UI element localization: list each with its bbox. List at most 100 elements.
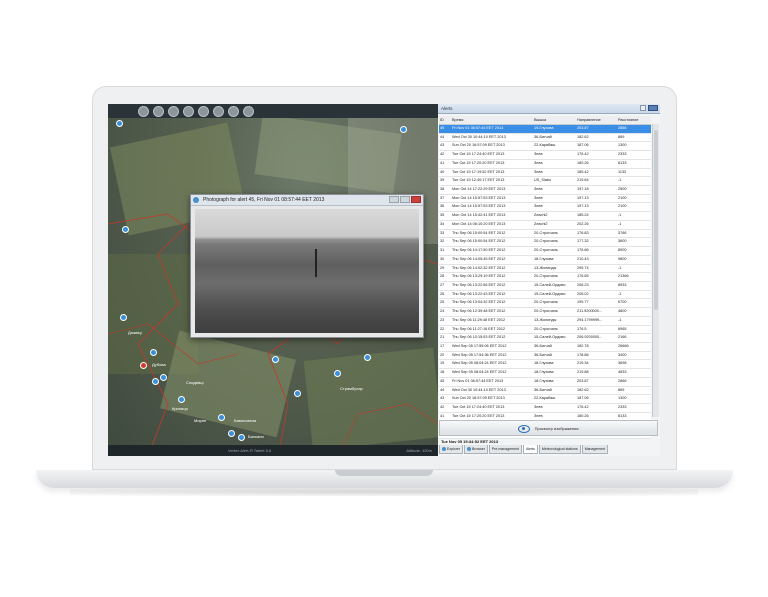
table-row[interactable]: 43 Sun Oct 20 16:57:09 EET 2013 22-Карабаш… bbox=[439, 395, 651, 404]
camera-icon bbox=[193, 197, 199, 203]
tab-browser[interactable]: Browser bbox=[464, 445, 488, 454]
view-image-button[interactable]: Просмотр изображения bbox=[439, 420, 658, 436]
cell-tower: 20-Строгоаль bbox=[534, 300, 558, 305]
cell-distance: -1 bbox=[618, 291, 622, 296]
alert-marker-icon[interactable] bbox=[140, 362, 147, 369]
table-row[interactable]: 44 Wed Oct 30 10:44:10 EET 2013 36-Бигчай 1… bbox=[439, 133, 651, 143]
table-row[interactable]: 25 Thu Sep 06 13:04:32 EET 2012 20-Строгоа… bbox=[439, 299, 651, 309]
cell-id: 22 bbox=[440, 326, 445, 331]
column-header-id[interactable]: ID bbox=[439, 116, 452, 124]
cell-direction: 176.42 bbox=[577, 405, 589, 409]
tower-marker-icon[interactable] bbox=[122, 226, 129, 233]
table-row[interactable]: 18 Wed Sep 05 08:04:24 EET 2012 18-Глухова… bbox=[439, 369, 651, 378]
tower-marker-icon[interactable] bbox=[364, 354, 371, 361]
table-row[interactable]: 27 Thu Sep 06 13:22:56 EET 2012 15-Салей-О… bbox=[439, 281, 651, 291]
table-row[interactable]: 45 Fri Nov 01 08:57:44 EET 2013 19-Глухова… bbox=[439, 125, 651, 134]
cell-direction: 197.13 bbox=[577, 195, 589, 200]
tower-marker-icon[interactable] bbox=[116, 120, 123, 127]
column-header-distance[interactable]: Расстояние bbox=[618, 116, 650, 124]
cell-direction: 219.88 bbox=[577, 370, 589, 375]
table-row[interactable]: 32 Thu Sep 06 15:00:54 EET 2012 20-Строгоа… bbox=[439, 238, 651, 248]
tower-marker-icon[interactable] bbox=[120, 314, 127, 321]
cell-id: 39 bbox=[440, 178, 445, 183]
panel-title: Alerts bbox=[441, 106, 453, 111]
cell-distance: 2866 bbox=[618, 378, 627, 383]
photo-window-titlebar[interactable]: Photograph for alert 45, Fri Nov 01 08:5… bbox=[191, 195, 423, 206]
cell-time: Wed Sep 05 17:54:36 EET 2012 bbox=[452, 352, 507, 357]
tower-marker-icon[interactable] bbox=[272, 356, 279, 363]
table-row[interactable]: 42 Tue Oct 15 17:24:40 EET 2013 Знев 176.42… bbox=[439, 151, 651, 160]
close-icon[interactable] bbox=[411, 196, 421, 203]
tab-alerts[interactable]: Alerts bbox=[522, 445, 538, 454]
zoom-out-icon[interactable] bbox=[153, 105, 164, 117]
settings-icon[interactable] bbox=[243, 105, 254, 117]
table-row[interactable]: 33 Thu Sep 06 15:00:54 EET 2012 20-Строгоа… bbox=[439, 229, 651, 239]
table-row[interactable]: 44 Wed Oct 30 10:44:10 EET 2013 36-Бигчай 1… bbox=[439, 386, 651, 396]
cell-direction: 219.34 bbox=[577, 361, 589, 366]
table-row[interactable]: 21 Thu Sep 06 10:15:53 EET 2012 15-Салей-О… bbox=[439, 334, 651, 343]
table-row[interactable]: 42 Tue Oct 15 17:24:40 EET 2013 Знев 176.42… bbox=[439, 404, 651, 413]
table-row[interactable]: 36 Mon Oct 14 15:57:53 EET 2013 Знев 197.13… bbox=[439, 203, 651, 213]
table-row[interactable]: 30 Thu Sep 06 14:05:45 EET 2012 18-Глухова… bbox=[439, 255, 651, 265]
cell-time: Thu Sep 06 10:15:53 EET 2012 bbox=[452, 335, 506, 340]
table-row[interactable]: 19 Wed Sep 05 08:04:24 EET 2012 18-Глухова… bbox=[439, 360, 651, 370]
cell-direction: 176.66 bbox=[577, 248, 589, 253]
tower-marker-icon[interactable] bbox=[150, 349, 157, 356]
tab-pre-management[interactable]: Pre-management bbox=[488, 445, 522, 454]
tab-management[interactable]: Management bbox=[581, 445, 609, 454]
maximize-icon[interactable] bbox=[400, 196, 410, 203]
pan-icon[interactable] bbox=[168, 105, 179, 117]
table-row[interactable]: 38 Mon Oct 14 17:22:29 EET 2013 Знев 197.18… bbox=[439, 186, 651, 195]
table-row[interactable]: 35 Mon Oct 14 15:42:41 EET 2013 Zeachi2 185… bbox=[439, 212, 651, 221]
table-row[interactable]: 37 Mon Oct 14 15:57:53 EET 2013 Знев 197.13… bbox=[439, 194, 651, 204]
zoom-in-icon[interactable] bbox=[138, 105, 149, 117]
tab-meteorological-stations[interactable]: Meteorological stations bbox=[538, 445, 581, 454]
column-header-time[interactable]: Время bbox=[452, 116, 534, 124]
table-row[interactable]: 34 Mon Oct 14 06:10:20 EET 2013 Zeachi2 202… bbox=[439, 220, 651, 230]
tower-marker-icon[interactable] bbox=[218, 414, 225, 421]
table-row[interactable]: 24 Thu Sep 06 12:39:48 EET 2012 20-Строгоа… bbox=[439, 308, 651, 317]
print-icon[interactable] bbox=[228, 105, 239, 117]
minimize-icon[interactable] bbox=[389, 196, 399, 203]
tower-marker-icon[interactable] bbox=[178, 396, 185, 403]
column-header-tower[interactable]: Вышка bbox=[534, 116, 577, 124]
scrollbar-thumb[interactable] bbox=[654, 130, 658, 310]
tower-marker-icon[interactable] bbox=[152, 378, 159, 385]
cell-direction: 203.87 bbox=[577, 126, 589, 130]
tower-marker-icon[interactable] bbox=[294, 390, 301, 397]
tower-marker-icon[interactable] bbox=[160, 374, 167, 381]
table-row[interactable]: 17 Wed Sep 05 17:55:06 EET 2012 36-Бигчай 1… bbox=[439, 342, 651, 352]
cell-time: Mon Oct 14 15:42:41 EET 2013 bbox=[452, 213, 506, 218]
table-row[interactable]: 20 Wed Sep 05 17:54:36 EET 2012 36-Бигчай 1… bbox=[439, 351, 651, 361]
restore-icon[interactable] bbox=[640, 105, 646, 111]
map-place-label: Дубова bbox=[152, 362, 166, 367]
table-scrollbar[interactable] bbox=[652, 124, 659, 417]
table-row[interactable]: 28 Thu Sep 06 13:29:19 EET 2012 20-Строгоа… bbox=[439, 273, 651, 282]
photo-window[interactable]: Photograph for alert 45, Fri Nov 01 08:5… bbox=[190, 194, 424, 338]
tower-marker-icon[interactable] bbox=[228, 430, 235, 437]
panel-menu-icon[interactable] bbox=[648, 105, 658, 111]
measure-icon[interactable] bbox=[183, 105, 194, 117]
table-row[interactable]: 23 Thu Sep 06 11:29:48 EET 2012 13-Жолинды… bbox=[439, 316, 651, 326]
cell-tower: 18-Глухова bbox=[534, 361, 554, 366]
table-row[interactable]: 26 Thu Sep 06 13:22:43 EET 2012 15-Салей-О… bbox=[439, 290, 651, 300]
column-header-direction[interactable]: Направление bbox=[577, 116, 618, 124]
cell-direction: 211.9200000... bbox=[577, 309, 603, 314]
table-row[interactable]: 40 Tue Oct 15 17:19:52 EET 2013 Знев 185.42… bbox=[439, 168, 651, 178]
tower-marker-icon[interactable] bbox=[334, 370, 341, 377]
tab-label: Management bbox=[584, 447, 606, 451]
table-row[interactable]: 31 Thu Sep 06 14:17:50 EET 2012 20-Строгоа… bbox=[439, 247, 651, 256]
tower-marker-icon[interactable] bbox=[238, 434, 245, 441]
cell-time: Tue Oct 15 17:24:40 EET 2013 bbox=[452, 405, 505, 409]
table-row[interactable]: 39 Tue Oct 15 12:40:17 EET 2013 US_Slabo 21… bbox=[439, 177, 651, 187]
table-row[interactable]: 29 Thu Sep 06 14:02:32 EET 2012 13-Жолинды… bbox=[439, 264, 651, 274]
satellite-map[interactable]: Дюквіці Дубова Сподківці Криниця Мирне С… bbox=[108, 104, 438, 456]
tower-marker-icon[interactable] bbox=[400, 126, 407, 133]
table-row[interactable]: 22 Thu Sep 06 11:27:16 EET 2012 20-Строгоа… bbox=[439, 325, 651, 335]
home-icon[interactable] bbox=[213, 105, 224, 117]
tab-explorer[interactable]: Explorer bbox=[439, 445, 464, 454]
table-row[interactable]: 41 Tue Oct 15 17:20:20 EET 2013 Знев 180.26… bbox=[439, 159, 651, 169]
table-row[interactable]: 45 Fri Nov 01 08:57:44 EET 2013 18-Глухова… bbox=[439, 377, 651, 387]
table-row[interactable]: 43 Sun Oct 20 16:57:09 EET 2013 22-Карабаш… bbox=[439, 142, 651, 152]
layers-icon[interactable] bbox=[198, 105, 209, 117]
